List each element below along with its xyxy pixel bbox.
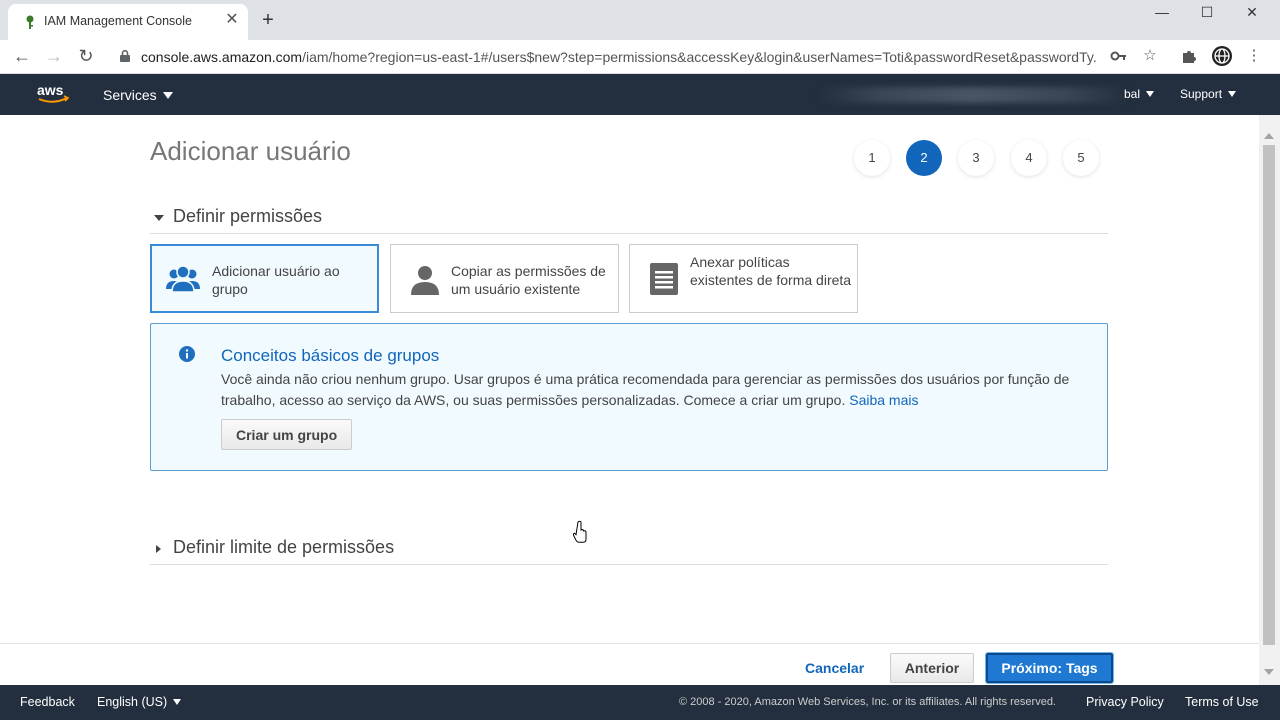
url-host: console.aws.amazon.com: [141, 49, 303, 65]
expand-arrow-icon: [156, 545, 161, 553]
maximize-icon[interactable]: ☐: [1197, 4, 1217, 20]
language-label: English (US): [97, 695, 168, 709]
region-caret-icon: [1146, 91, 1155, 97]
wizard-step-5[interactable]: 5: [1063, 140, 1099, 176]
url-path: /iam/home?region=us-east-1#/users$new?st…: [302, 49, 1096, 65]
support-menu[interactable]: Support: [1180, 87, 1237, 101]
url-field[interactable]: console.aws.amazon.com/iam/home?region=u…: [141, 49, 1096, 65]
document-icon: [650, 263, 678, 295]
forward-icon[interactable]: →: [44, 46, 64, 66]
services-caret-icon: [162, 92, 173, 99]
wizard-step-2[interactable]: 2: [906, 140, 942, 176]
browser-tab[interactable]: IAM Management Console ✕: [8, 4, 248, 40]
language-selector[interactable]: English (US): [97, 695, 182, 709]
learn-more-link[interactable]: Saiba mais: [849, 392, 918, 408]
option-label: Adicionar usuário ao grupo: [212, 263, 340, 297]
info-body: Você ainda não criou nenhum grupo. Usar …: [221, 371, 1070, 408]
tab-close-icon[interactable]: ✕: [224, 12, 240, 28]
terms-of-use-link[interactable]: Terms of Use: [1185, 695, 1259, 709]
close-window-icon[interactable]: ✕: [1242, 4, 1262, 20]
scroll-up-icon[interactable]: [1264, 133, 1274, 139]
new-tab-button[interactable]: +: [258, 10, 278, 30]
boundary-section-title: Definir limite de permissões: [173, 537, 395, 557]
option-copy-permissions[interactable]: Copiar as permissões de um usuário exist…: [390, 244, 619, 313]
groups-info-box: Conceitos básicos de grupos Você ainda n…: [150, 323, 1108, 471]
info-title: Conceitos básicos de grupos: [221, 346, 440, 365]
wizard-actions-bar: Cancelar Anterior Próximo: Tags: [0, 643, 1259, 685]
support-label: Support: [1180, 87, 1223, 101]
wizard-step-3[interactable]: 3: [958, 140, 994, 176]
group-icon: [166, 265, 200, 293]
console-footer: Feedback English (US) © 2008 - 2020, Ama…: [0, 685, 1280, 720]
address-toolbar: ← → ↻ console.aws.amazon.com/iam/home?re…: [0, 40, 1280, 74]
aws-logo[interactable]: aws: [36, 82, 70, 106]
option-label: Copiar as permissões de um usuário exist…: [451, 263, 606, 297]
back-icon[interactable]: ←: [12, 46, 32, 66]
language-caret-icon: [173, 699, 182, 705]
privacy-policy-link[interactable]: Privacy Policy: [1086, 695, 1164, 709]
option-attach-policies[interactable]: Anexar políticas existentes de forma dir…: [629, 244, 858, 313]
account-name-redacted[interactable]: [818, 87, 1128, 103]
collapse-arrow-icon: [154, 215, 164, 221]
browser-tab-strip: IAM Management Console ✕ + — ☐ ✕: [0, 0, 1280, 40]
support-caret-icon: [1228, 91, 1237, 97]
user-icon: [411, 266, 439, 295]
services-label: Services: [103, 87, 157, 103]
region-label: bal: [1124, 87, 1141, 101]
reload-icon[interactable]: ↻: [76, 46, 96, 66]
permissions-section-header[interactable]: Definir permissões: [150, 202, 1108, 234]
bookmark-star-icon[interactable]: ☆: [1141, 47, 1159, 65]
info-icon: [179, 346, 195, 362]
permissions-section-title: Definir permissões: [173, 206, 323, 226]
option-label: Anexar políticas existentes de forma dir…: [690, 254, 852, 288]
key-favicon-icon: [26, 15, 34, 29]
lock-icon[interactable]: [118, 49, 132, 63]
next-tags-button[interactable]: Próximo: Tags: [985, 652, 1114, 684]
page-scrollbar[interactable]: [1259, 115, 1280, 685]
extensions-puzzle-icon[interactable]: [1180, 47, 1198, 65]
key-icon[interactable]: [1110, 47, 1128, 65]
page-title: Adicionar usuário: [150, 136, 351, 166]
feedback-link[interactable]: Feedback: [20, 695, 75, 709]
scroll-down-icon[interactable]: [1264, 669, 1274, 675]
boundary-section-header[interactable]: Definir limite de permissões: [150, 533, 1108, 565]
scroll-thumb[interactable]: [1263, 145, 1275, 645]
copyright-text: © 2008 - 2020, Amazon Web Services, Inc.…: [679, 696, 1056, 708]
cancel-button[interactable]: Cancelar: [805, 660, 864, 676]
option-add-to-group[interactable]: Adicionar usuário ao grupo: [150, 244, 379, 313]
previous-button[interactable]: Anterior: [890, 653, 974, 683]
wizard-step-4[interactable]: 4: [1011, 140, 1047, 176]
browser-menu-icon[interactable]: ⋮: [1245, 47, 1263, 65]
wizard-step-1[interactable]: 1: [854, 140, 890, 176]
svg-text:aws: aws: [37, 82, 64, 98]
profile-avatar-icon[interactable]: [1211, 45, 1233, 67]
create-group-button[interactable]: Criar um grupo: [221, 419, 353, 450]
tab-title: IAM Management Console: [44, 14, 192, 28]
services-menu[interactable]: Services: [103, 87, 173, 103]
region-menu[interactable]: bal: [1124, 87, 1155, 101]
aws-top-nav: aws Services bal Support: [0, 74, 1280, 115]
minimize-icon[interactable]: —: [1152, 4, 1172, 20]
info-text: Você ainda não criou nenhum grupo. Usar …: [221, 369, 1091, 411]
